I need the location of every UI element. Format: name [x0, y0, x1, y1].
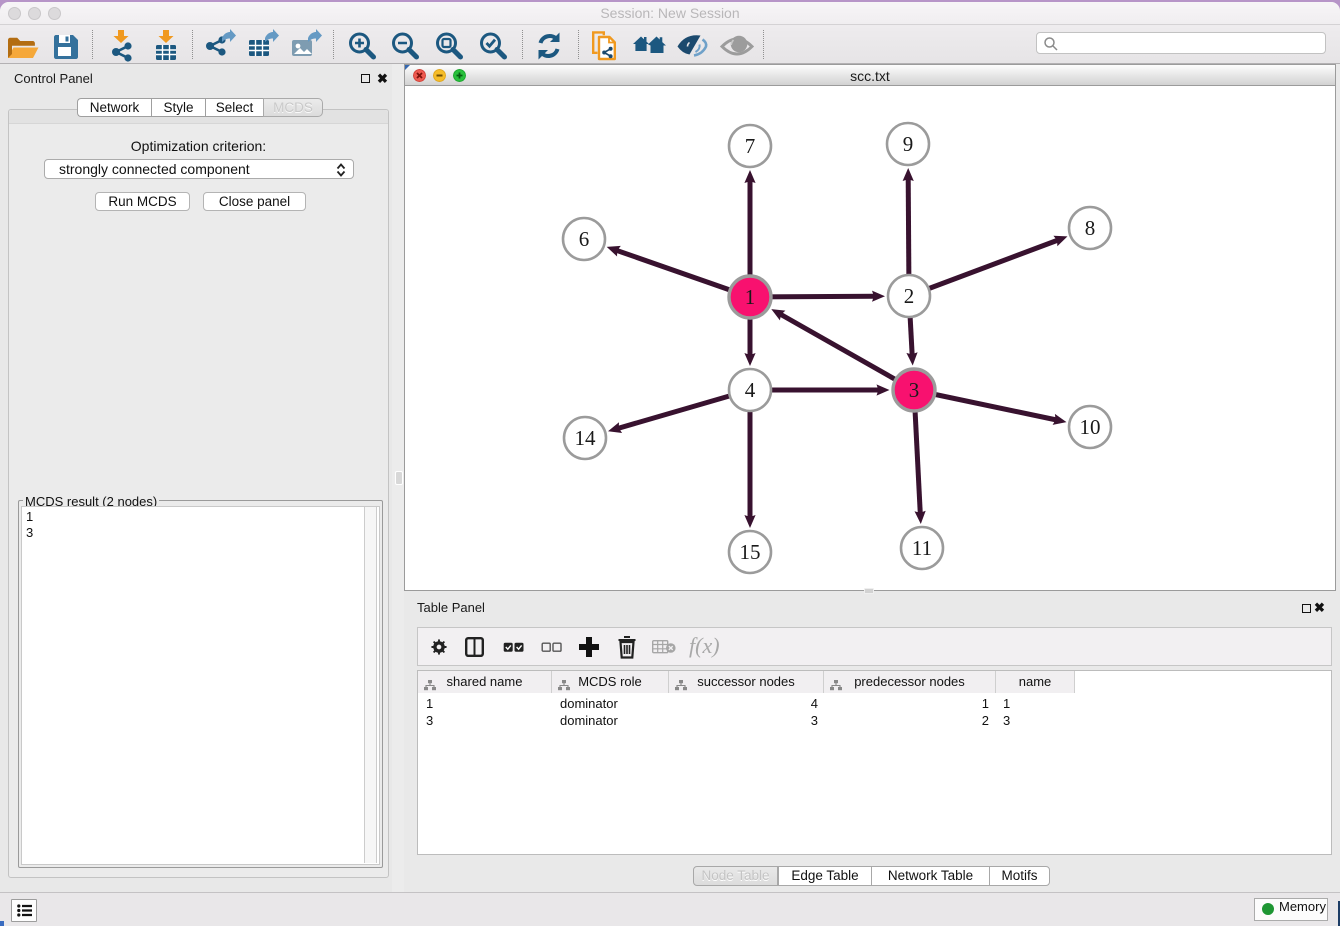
svg-text:10: 10 — [1080, 415, 1101, 439]
svg-text:14: 14 — [575, 426, 597, 450]
svg-text:2: 2 — [904, 284, 915, 308]
svg-text:6: 6 — [579, 227, 590, 251]
svg-text:15: 15 — [740, 540, 761, 564]
svg-text:4: 4 — [745, 378, 756, 402]
svg-text:7: 7 — [745, 134, 756, 158]
svg-text:9: 9 — [903, 132, 914, 156]
svg-text:1: 1 — [745, 285, 756, 309]
svg-text:3: 3 — [909, 378, 920, 402]
svg-text:11: 11 — [912, 536, 932, 560]
svg-text:8: 8 — [1085, 216, 1096, 240]
